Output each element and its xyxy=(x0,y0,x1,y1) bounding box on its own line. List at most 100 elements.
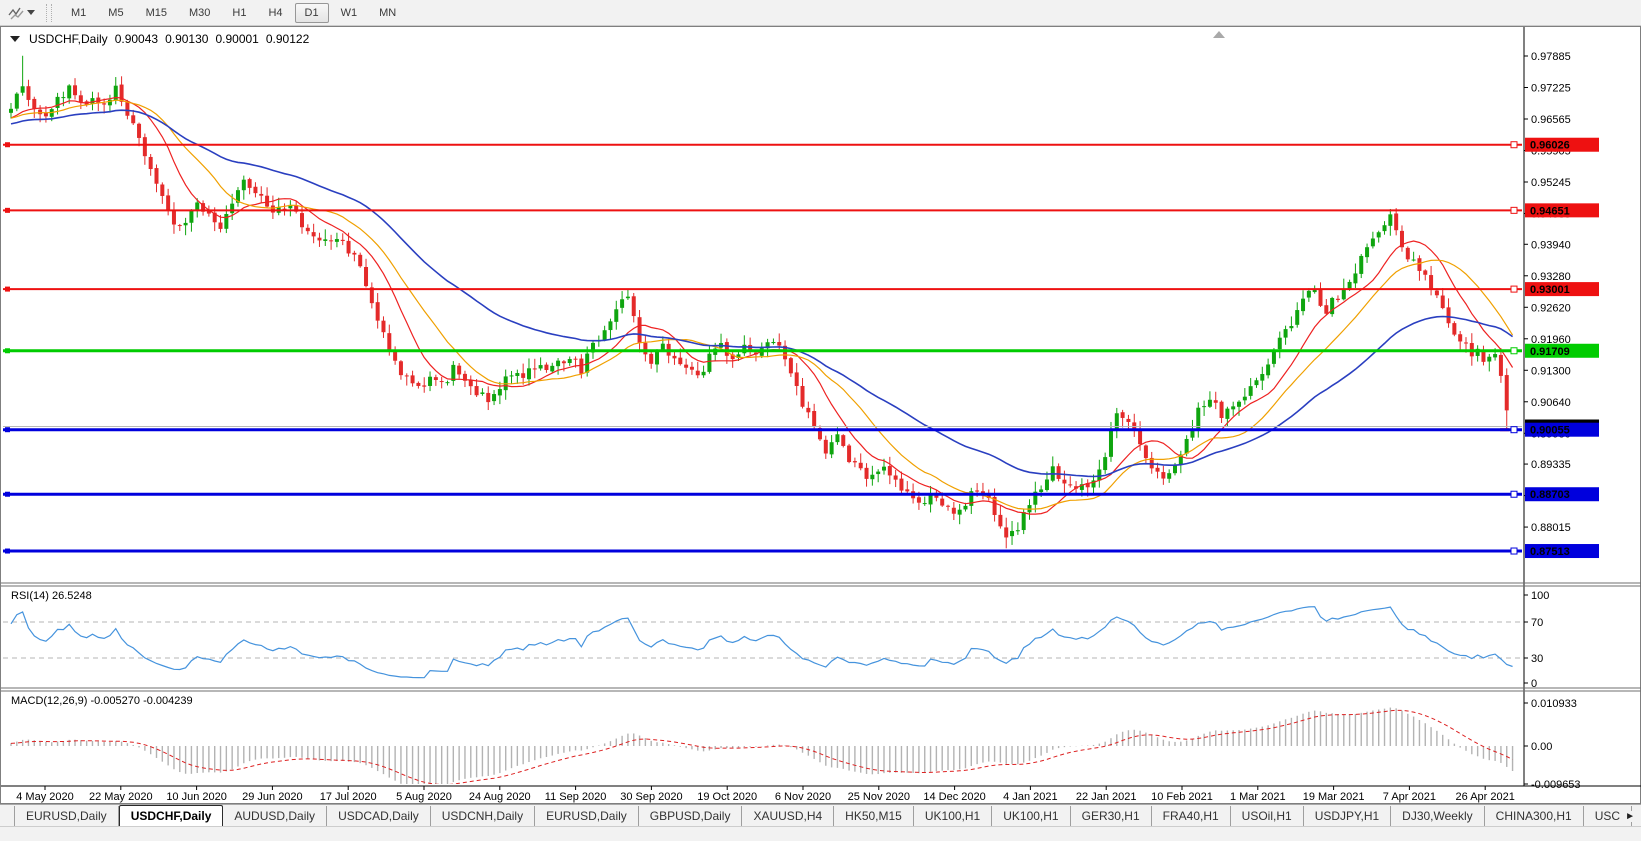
chart-header: USDCHF,Daily 0.90043 0.90130 0.90001 0.9… xyxy=(10,32,309,46)
tab-usdcnh-daily[interactable]: USDCNH,Daily xyxy=(431,806,536,826)
hline-0.93001[interactable]: 0.93001 xyxy=(3,282,1599,297)
chevron-down-icon xyxy=(27,10,35,15)
svg-text:7 Apr 2021: 7 Apr 2021 xyxy=(1383,791,1436,803)
svg-text:0.97885: 0.97885 xyxy=(1531,51,1571,63)
svg-text:6 Nov 2020: 6 Nov 2020 xyxy=(775,791,831,803)
timeframe-button-m1[interactable]: M1 xyxy=(61,3,96,23)
svg-text:4 Jan 2021: 4 Jan 2021 xyxy=(1003,791,1057,803)
tab-hk50-m15[interactable]: HK50,M15 xyxy=(834,806,914,826)
svg-text:0.88703: 0.88703 xyxy=(1530,489,1570,501)
svg-text:26 Apr 2021: 26 Apr 2021 xyxy=(1456,791,1515,803)
timeframe-button-m15[interactable]: M15 xyxy=(136,3,177,23)
timeframe-button-mn[interactable]: MN xyxy=(369,3,406,23)
ohlc-high: 0.90130 xyxy=(165,32,209,46)
chart-canvas[interactable]: 0.978850.972250.965650.959050.952450.945… xyxy=(1,27,1641,805)
svg-text:22 Jan 2021: 22 Jan 2021 xyxy=(1076,791,1137,803)
candlesticks xyxy=(9,55,1515,549)
svg-text:25 Nov 2020: 25 Nov 2020 xyxy=(848,791,910,803)
hline-0.94651[interactable]: 0.94651 xyxy=(3,203,1599,218)
timeframe-button-m30[interactable]: M30 xyxy=(179,3,220,23)
svg-text:0.95245: 0.95245 xyxy=(1531,177,1571,189)
tabs-scroll-right-icon[interactable]: ► xyxy=(1622,811,1638,822)
svg-text:30: 30 xyxy=(1531,653,1543,665)
svg-text:14 Dec 2020: 14 Dec 2020 xyxy=(923,791,985,803)
tab-eurusd-daily[interactable]: EURUSD,Daily xyxy=(14,806,119,826)
hline-0.90055[interactable]: 0.90055 xyxy=(3,422,1599,437)
current-price-line: 0.90122 xyxy=(3,419,1599,434)
svg-text:0.94651: 0.94651 xyxy=(1530,205,1570,217)
toolbar-grip xyxy=(46,3,52,22)
svg-text:19 Oct 2020: 19 Oct 2020 xyxy=(697,791,757,803)
svg-text:0.91709: 0.91709 xyxy=(1530,346,1570,358)
chart-shift-marker-icon[interactable] xyxy=(1213,31,1225,38)
svg-text:10 Feb 2021: 10 Feb 2021 xyxy=(1151,791,1213,803)
svg-text:0.97225: 0.97225 xyxy=(1531,82,1571,94)
svg-text:17 Jul 2020: 17 Jul 2020 xyxy=(320,791,377,803)
toolbar: M1 M5 M15 M30 H1 H4 D1 W1 MN xyxy=(0,0,1641,26)
ohlc-open: 0.90043 xyxy=(114,32,159,46)
svg-text:4 May 2020: 4 May 2020 xyxy=(16,791,73,803)
tab-audusd-daily[interactable]: AUDUSD,Daily xyxy=(223,806,328,826)
chart-window: 0.978850.972250.965650.959050.952450.945… xyxy=(0,26,1641,804)
ma-fast-line xyxy=(10,96,1514,515)
svg-text:0.90055: 0.90055 xyxy=(1530,425,1570,437)
svg-text:22 May 2020: 22 May 2020 xyxy=(89,791,153,803)
tab-uk100-h1[interactable]: UK100,H1 xyxy=(914,806,993,826)
symbol-dropdown-icon[interactable] xyxy=(10,36,20,42)
ohlc-close: 0.90122 xyxy=(265,32,310,46)
tab-dj30-weekly[interactable]: DJ30,Weekly xyxy=(1391,806,1485,826)
tab-usdcad-daily[interactable]: USDCAD,Daily xyxy=(327,806,431,826)
svg-text:0.93001: 0.93001 xyxy=(1530,284,1570,296)
svg-text:10 Jun 2020: 10 Jun 2020 xyxy=(166,791,227,803)
chart-symbol-title: USDCHF,Daily xyxy=(29,32,108,46)
svg-text:0.92620: 0.92620 xyxy=(1531,302,1571,314)
ma-slow-line xyxy=(10,109,1514,478)
timeframe-button-h1[interactable]: H1 xyxy=(222,3,256,23)
tab-gbpusd-daily[interactable]: GBPUSD,Daily xyxy=(639,806,743,826)
svg-text:-0.009653: -0.009653 xyxy=(1531,779,1581,791)
svg-text:1 Mar 2021: 1 Mar 2021 xyxy=(1230,791,1286,803)
date-axis: 4 May 2020 22 May 2020 10 Jun 2020 29 Jun 2… xyxy=(1,785,1641,803)
crosshair-tool-glyph xyxy=(8,7,24,19)
svg-text:0.93940: 0.93940 xyxy=(1531,239,1571,251)
timeframe-button-d1[interactable]: D1 xyxy=(294,2,329,23)
tab-usdchf-daily[interactable]: USDCHF,Daily xyxy=(118,805,224,826)
tab-china300-h1[interactable]: CHINA300,H1 xyxy=(1485,806,1584,826)
timeframe-button-h4[interactable]: H4 xyxy=(258,3,292,23)
chart-tabs-bar: EURUSD,Daily USDCHF,Daily AUDUSD,Daily USDC… xyxy=(0,804,1641,826)
tab-xauusd-h4[interactable]: XAUUSD,H4 xyxy=(742,806,835,826)
tab-fra40-h1[interactable]: FRA40,H1 xyxy=(1152,806,1231,826)
timeframe-button-m5[interactable]: M5 xyxy=(98,3,133,23)
rsi-indicator-label: RSI(14) 26.5248 xyxy=(11,590,92,602)
macd-indicator-label: MACD(12,26,9) -0.005270 -0.004239 xyxy=(11,695,193,707)
tab-ger30-h1[interactable]: GER30,H1 xyxy=(1071,806,1152,826)
svg-text:5 Aug 2020: 5 Aug 2020 xyxy=(396,791,452,803)
svg-text:70: 70 xyxy=(1531,617,1543,629)
tab-usoil-h1[interactable]: USOil,H1 xyxy=(1231,806,1304,826)
svg-text:0.88015: 0.88015 xyxy=(1531,522,1571,534)
timeframe-buttons: M1 M5 M15 M30 H1 H4 D1 W1 MN xyxy=(60,2,407,23)
svg-text:24 Aug 2020: 24 Aug 2020 xyxy=(469,791,531,803)
hline-0.96026[interactable]: 0.96026 xyxy=(3,137,1599,152)
macd-panel: 0.010933 0.00 -0.009653 xyxy=(10,698,1581,791)
tab-uk100-h1[interactable]: UK100,H1 xyxy=(992,806,1071,826)
svg-text:19 Mar 2021: 19 Mar 2021 xyxy=(1303,791,1365,803)
svg-text:100: 100 xyxy=(1531,590,1549,602)
hline-0.88703[interactable]: 0.88703 xyxy=(3,487,1599,502)
svg-text:11 Sep 2020: 11 Sep 2020 xyxy=(545,791,607,803)
hline-0.91709[interactable]: 0.91709 xyxy=(3,343,1599,358)
hline-0.87513[interactable]: 0.87513 xyxy=(3,544,1599,559)
tab-usdjpy-h1[interactable]: USDJPY,H1 xyxy=(1304,806,1392,826)
svg-text:0.96565: 0.96565 xyxy=(1531,114,1571,126)
svg-text:30 Sep 2020: 30 Sep 2020 xyxy=(620,791,682,803)
macd-histogram xyxy=(10,707,1514,784)
svg-text:0.96026: 0.96026 xyxy=(1530,140,1570,152)
svg-text:0.00: 0.00 xyxy=(1531,741,1552,753)
tab-eurusd-daily[interactable]: EURUSD,Daily xyxy=(535,806,639,826)
chart-tool-icon[interactable] xyxy=(5,4,38,22)
timeframe-button-w1[interactable]: W1 xyxy=(331,3,368,23)
svg-text:29 Jun 2020: 29 Jun 2020 xyxy=(242,791,303,803)
status-bar xyxy=(0,826,1641,841)
svg-text:0.89335: 0.89335 xyxy=(1531,459,1571,471)
svg-text:0.93280: 0.93280 xyxy=(1531,271,1571,283)
